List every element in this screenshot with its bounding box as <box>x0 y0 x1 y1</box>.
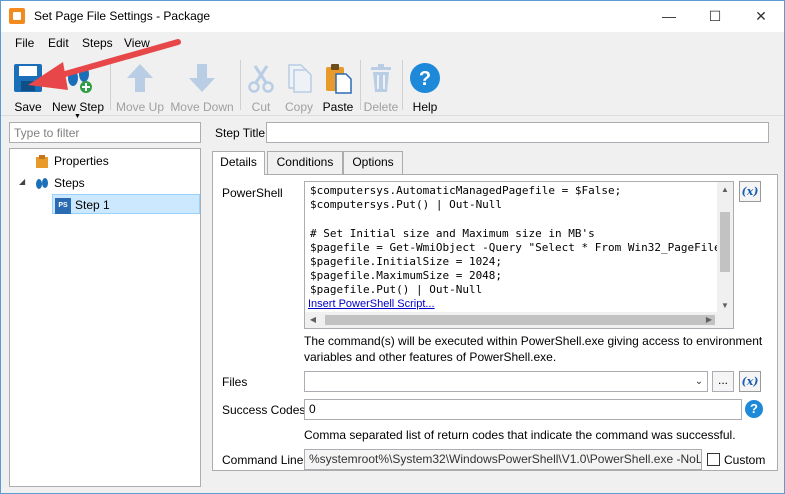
help-icon: ? <box>410 63 440 93</box>
powershell-editor[interactable]: $computersys.AutomaticManagedPagefile = … <box>304 181 734 329</box>
success-codes-label: Success Codes <box>222 403 306 417</box>
app-window: Set Page File Settings - Package — ☐ ✕ F… <box>0 0 785 494</box>
properties-icon <box>36 154 48 168</box>
dropdown-arrow-icon: ▼ <box>74 113 81 120</box>
toolbar-separator <box>110 60 111 110</box>
copy-button[interactable]: Copy <box>281 58 317 114</box>
details-panel: PowerShell $computersys.AutomaticManaged… <box>212 174 778 471</box>
floppy-disk-icon <box>14 64 42 92</box>
powershell-help-line-2: variables and other features of PowerShe… <box>304 350 557 364</box>
copy-icon <box>288 64 312 93</box>
close-button[interactable]: ✕ <box>738 1 784 32</box>
save-label: Save <box>14 100 42 114</box>
save-button[interactable]: Save <box>7 58 49 114</box>
success-codes-input[interactable]: 0 <box>304 399 742 420</box>
scrollbar-thumb[interactable] <box>325 315 715 325</box>
window-title: Set Page File Settings - Package <box>34 9 211 23</box>
files-label: Files <box>222 375 248 389</box>
tree-item-label: Steps <box>54 176 85 190</box>
paste-label: Paste <box>322 100 354 114</box>
files-variable-button[interactable]: (x) <box>739 371 761 392</box>
step-title-input[interactable] <box>266 122 769 143</box>
title-bar: Set Page File Settings - Package — ☐ ✕ <box>1 1 784 32</box>
menu-bar: File Edit Steps View <box>1 32 784 54</box>
filter-input[interactable] <box>9 122 201 143</box>
step-tree: Properties ◢ Steps PS Step 1 <box>9 148 201 487</box>
footsteps-icon <box>36 177 48 189</box>
new-step-label: New Step <box>51 100 105 114</box>
tree-item-label: Step 1 <box>75 198 110 212</box>
delete-button[interactable]: Delete <box>363 58 399 114</box>
success-codes-help: Comma separated list of return codes tha… <box>304 428 736 442</box>
scrollbar-thumb[interactable] <box>720 212 730 272</box>
insert-script-link[interactable]: Insert PowerShell Script... <box>308 298 435 310</box>
files-dropdown-icon[interactable]: ⌄ <box>691 373 707 390</box>
menu-edit[interactable]: Edit <box>48 36 69 50</box>
scroll-up-icon[interactable]: ▲ <box>717 182 733 198</box>
menu-steps[interactable]: Steps <box>82 36 113 50</box>
cut-label: Cut <box>251 100 271 114</box>
step-title-label: Step Title <box>215 126 266 140</box>
toolbar-separator <box>360 60 361 110</box>
powershell-label: PowerShell <box>222 186 283 200</box>
help-icon[interactable]: ? <box>745 400 763 418</box>
toolbar: Save New Step ▼ Move Up Move Down Cut Co… <box>1 54 784 120</box>
files-input[interactable] <box>304 371 708 392</box>
scroll-left-icon[interactable]: ◀ <box>305 312 321 328</box>
toolbar-separator <box>402 60 403 110</box>
cut-button[interactable]: Cut <box>244 58 278 114</box>
svg-text:?: ? <box>419 68 431 90</box>
arrow-up-icon <box>127 64 153 92</box>
menu-file[interactable]: File <box>15 36 34 50</box>
new-step-button[interactable]: New Step ▼ <box>49 58 107 120</box>
delete-label: Delete <box>363 100 399 114</box>
maximize-button[interactable]: ☐ <box>692 1 738 32</box>
footsteps-icon <box>68 66 92 93</box>
step-editor: Step Title Details Conditions Options Po… <box>209 122 779 487</box>
custom-label: Custom <box>724 453 766 467</box>
tree-item-label: Properties <box>54 154 109 168</box>
tree-item-step-1[interactable]: PS Step 1 <box>52 194 200 214</box>
scissors-icon <box>248 65 274 93</box>
vertical-scrollbar[interactable]: ▲ ▼ <box>717 182 733 314</box>
help-button[interactable]: ? Help <box>406 58 444 114</box>
arrow-down-icon <box>189 64 215 92</box>
powershell-code[interactable]: $computersys.AutomaticManagedPagefile = … <box>310 184 721 298</box>
move-up-button[interactable]: Move Up <box>114 58 166 114</box>
tab-details[interactable]: Details <box>212 151 265 175</box>
tab-conditions[interactable]: Conditions <box>267 151 343 174</box>
menu-view[interactable]: View <box>124 36 150 50</box>
copy-label: Copy <box>284 100 313 114</box>
horizontal-scrollbar[interactable]: ◀ ▶ <box>305 312 733 328</box>
minimize-button[interactable]: — <box>646 1 692 32</box>
move-down-label: Move Down <box>170 100 234 114</box>
move-up-label: Move Up <box>115 100 165 114</box>
powershell-help-line-1: The command(s) will be executed within P… <box>304 334 763 348</box>
custom-checkbox[interactable] <box>707 453 720 466</box>
app-logo-icon <box>9 8 25 24</box>
left-panel: Properties ◢ Steps PS Step 1 <box>9 122 201 487</box>
scroll-right-icon[interactable]: ▶ <box>701 312 717 328</box>
trash-icon <box>371 64 391 92</box>
insert-variable-button[interactable]: (x) <box>739 181 761 202</box>
tree-item-properties[interactable]: Properties <box>34 151 109 171</box>
command-line-input[interactable]: %systemroot%\System32\WindowsPowerShell\… <box>304 449 702 470</box>
collapse-arrow-icon[interactable]: ◢ <box>19 177 25 186</box>
command-line-label: Command Line <box>222 453 304 467</box>
toolbar-separator <box>240 60 241 110</box>
tab-options[interactable]: Options <box>343 151 403 174</box>
move-down-button[interactable]: Move Down <box>167 58 237 114</box>
tree-item-steps[interactable]: Steps <box>34 173 85 193</box>
clipboard-icon <box>326 64 352 94</box>
paste-button[interactable]: Paste <box>319 58 357 114</box>
help-label: Help <box>412 100 438 114</box>
browse-files-button[interactable]: ... <box>712 371 734 392</box>
powershell-step-icon: PS <box>55 197 71 214</box>
